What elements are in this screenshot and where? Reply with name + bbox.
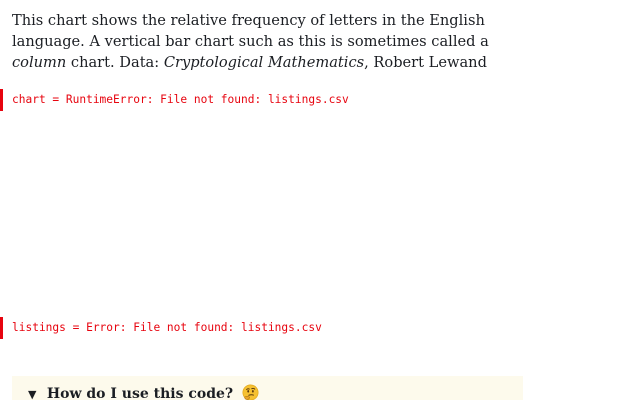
help-details: ▼ How do I use this code? bbox=[12, 376, 523, 400]
description-text-2: chart. Data: bbox=[66, 54, 164, 71]
listings-cell-error[interactable]: listings = Error: File not found: listin… bbox=[0, 317, 600, 339]
description-text-1: This chart shows the relative frequency … bbox=[12, 12, 489, 50]
help-summary-toggle[interactable]: ▼ How do I use this code? bbox=[28, 384, 523, 400]
error-indicator-bar bbox=[0, 89, 3, 111]
chart-cell-error[interactable]: chart = RuntimeError: File not found: li… bbox=[0, 89, 600, 111]
description-text-3: , Robert Lewand bbox=[364, 54, 487, 71]
description-emphasis-source: Cryptological Mathematics bbox=[163, 54, 365, 71]
chart-error-message: chart = RuntimeError: File not found: li… bbox=[12, 93, 349, 106]
listings-error-message: listings = Error: File not found: listin… bbox=[12, 321, 322, 334]
disclosure-triangle-icon: ▼ bbox=[28, 388, 37, 400]
thinking-face-icon bbox=[242, 384, 259, 400]
help-summary-label: How do I use this code? bbox=[46, 386, 234, 400]
description-emphasis-column: column bbox=[12, 54, 67, 71]
chart-description: This chart shows the relative frequency … bbox=[12, 10, 532, 73]
error-indicator-bar bbox=[0, 317, 3, 339]
